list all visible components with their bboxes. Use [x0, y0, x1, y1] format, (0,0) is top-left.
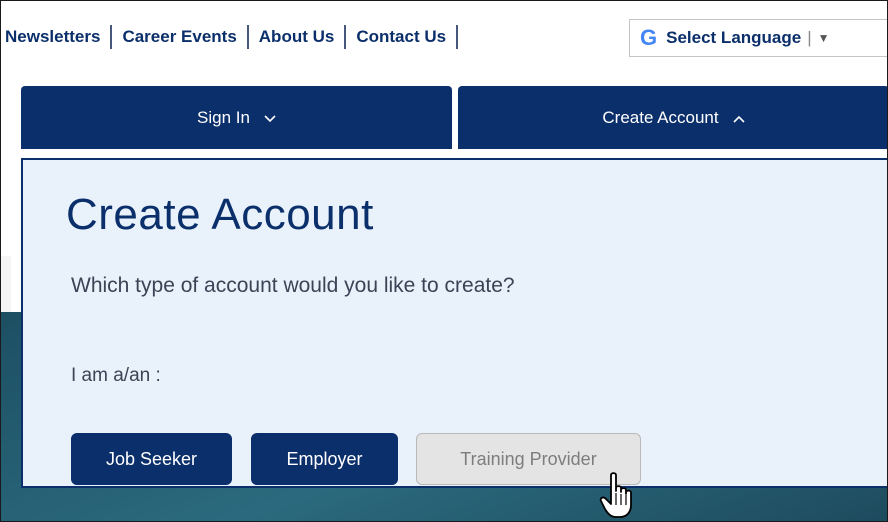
language-select[interactable]: G Select Language | ▼: [629, 19, 887, 57]
language-select-separator: |: [807, 28, 812, 47]
account-type-prompt: I am a/an :: [71, 365, 161, 386]
chevron-down-icon: [264, 110, 276, 126]
create-account-panel: Create Account Which type of account wou…: [21, 158, 887, 488]
account-type-question: Which type of account would you like to …: [71, 274, 515, 297]
create-account-toggle[interactable]: Create Account: [458, 86, 887, 149]
panel-title: Create Account: [66, 190, 374, 239]
nav-link-career-events[interactable]: Career Events: [112, 27, 246, 47]
background-page-strip: [1, 256, 11, 313]
chevron-up-icon: [733, 110, 745, 126]
nav-link-about-us[interactable]: About Us: [249, 27, 345, 47]
top-links: Newsletters Career Events About Us Conta…: [5, 25, 459, 49]
employer-button[interactable]: Employer: [251, 433, 398, 485]
language-select-label: Select Language: [666, 28, 802, 47]
sign-in-toggle[interactable]: Sign In: [21, 86, 452, 149]
dropdown-arrow-icon: ▼: [817, 31, 830, 45]
nav-link-newsletters[interactable]: Newsletters: [5, 27, 110, 47]
nav-separator: [344, 25, 347, 49]
sign-in-label: Sign In: [197, 107, 250, 127]
hand-pointer-cursor-icon: [599, 472, 632, 518]
nav-separator: [456, 25, 459, 49]
nav-separator: [110, 25, 113, 49]
browser-frame: Newsletters Career Events About Us Conta…: [0, 0, 888, 522]
nav-separator: [246, 25, 249, 49]
job-seeker-button[interactable]: Job Seeker: [71, 433, 232, 485]
google-g-icon: G: [640, 25, 658, 50]
nav-link-contact-us[interactable]: Contact Us: [346, 27, 456, 47]
create-account-label: Create Account: [602, 107, 719, 127]
